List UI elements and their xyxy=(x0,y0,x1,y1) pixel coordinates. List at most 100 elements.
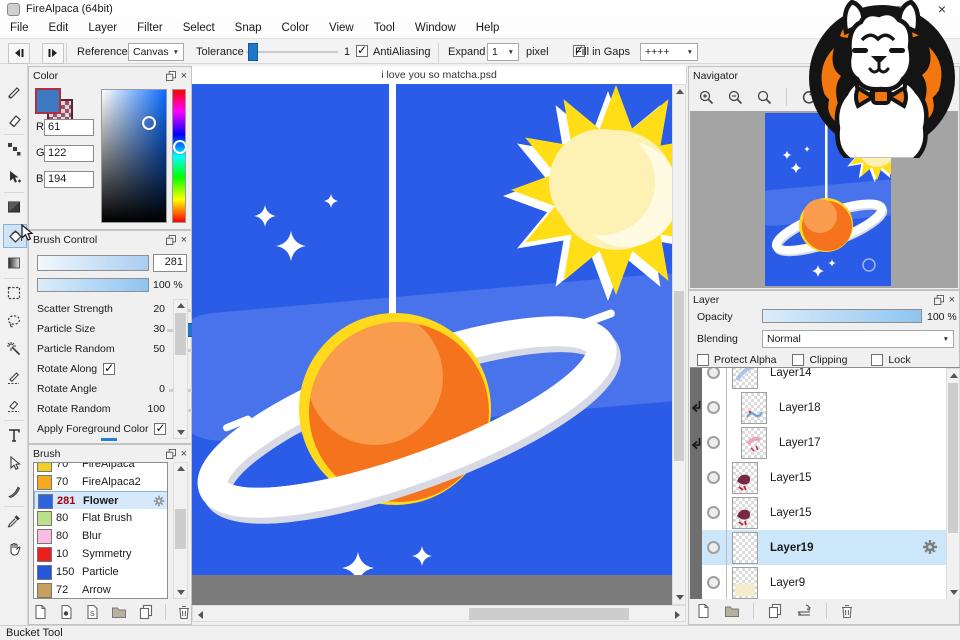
tool-eraser[interactable] xyxy=(3,108,25,130)
menu-file[interactable]: File xyxy=(0,18,39,38)
g-value-input[interactable]: 122 xyxy=(44,145,94,162)
sv-marker[interactable] xyxy=(142,116,156,130)
fill-in-gaps-dropdown[interactable]: ++++▼ xyxy=(640,43,698,61)
duplicate-layer-icon[interactable] xyxy=(767,603,783,619)
brush-opacity-slider[interactable] xyxy=(37,278,149,292)
float-panel-icon[interactable] xyxy=(166,235,176,245)
visibility-dot[interactable] xyxy=(707,471,720,484)
layer-row[interactable]: Layer9 xyxy=(702,565,946,599)
canvas-viewport[interactable] xyxy=(192,84,686,622)
tool-lasso[interactable] xyxy=(3,310,25,332)
canvas-artwork[interactable] xyxy=(192,84,672,575)
hue-slider[interactable] xyxy=(172,89,186,223)
collapse-right-button[interactable] xyxy=(42,43,64,64)
tool-fill-rect[interactable] xyxy=(3,196,25,218)
panel-resize-grip[interactable] xyxy=(101,438,117,441)
new-bitmap-brush-icon[interactable] xyxy=(59,604,74,620)
close-panel-icon[interactable]: × xyxy=(949,295,955,305)
menu-view[interactable]: View xyxy=(319,18,364,38)
menu-select[interactable]: Select xyxy=(173,18,225,38)
visibility-dot[interactable] xyxy=(707,576,720,589)
visibility-dot[interactable] xyxy=(707,367,720,379)
brush-size-value[interactable]: 281 xyxy=(153,254,187,272)
brush-folder-icon[interactable] xyxy=(111,605,127,619)
brush-control-scrollbar[interactable] xyxy=(173,299,188,439)
clipping-checkbox[interactable] xyxy=(792,354,804,366)
hue-marker[interactable] xyxy=(173,140,187,154)
menu-help[interactable]: Help xyxy=(466,18,510,38)
merge-down-icon[interactable] xyxy=(796,603,813,619)
menu-layer[interactable]: Layer xyxy=(78,18,127,38)
brush-settings-gear-icon[interactable] xyxy=(153,495,165,507)
menu-snap[interactable]: Snap xyxy=(225,18,272,38)
tool-move[interactable] xyxy=(3,166,25,188)
blending-dropdown[interactable]: Normal▼ xyxy=(762,330,954,348)
zoom-reset-icon[interactable] xyxy=(757,90,772,105)
layer-list-scrollbar[interactable] xyxy=(946,368,960,599)
apply-foreground-color-checkbox[interactable] xyxy=(154,423,166,435)
float-panel-icon[interactable] xyxy=(934,295,944,305)
tool-text[interactable] xyxy=(3,424,25,446)
visibility-dot[interactable] xyxy=(707,436,720,449)
tool-brush-curve[interactable] xyxy=(3,480,25,502)
close-panel-icon[interactable]: × xyxy=(181,449,187,459)
brush-row[interactable]: 72 Arrow xyxy=(34,581,167,599)
r-value-input[interactable]: 61 xyxy=(44,119,94,136)
tool-eyedropper[interactable] xyxy=(3,510,25,532)
rotate-along-checkbox[interactable] xyxy=(103,363,115,375)
tool-magic-wand[interactable] xyxy=(3,338,25,360)
delete-brush-icon[interactable] xyxy=(177,604,191,620)
layer-row-clipped[interactable]: Layer18 xyxy=(702,390,946,426)
antialiasing-checkbox[interactable] xyxy=(356,45,368,57)
layer-settings-gear-icon[interactable] xyxy=(922,539,938,555)
layer-row-selected[interactable]: Layer19 xyxy=(702,530,946,566)
new-brush-icon[interactable] xyxy=(33,604,48,620)
lock-checkbox[interactable] xyxy=(871,354,883,366)
layer-opacity-slider[interactable] xyxy=(762,309,922,323)
tool-select-pen[interactable] xyxy=(3,366,25,388)
layer-row[interactable]: Layer15 xyxy=(702,460,946,496)
document-tab[interactable]: i love you so matcha.psd xyxy=(192,66,687,84)
expand-dropdown[interactable]: 1▼ xyxy=(487,43,519,61)
menu-window[interactable]: Window xyxy=(405,18,466,38)
tool-pen[interactable] xyxy=(3,80,25,102)
tool-select-eraser[interactable] xyxy=(3,394,25,416)
tool-gradient[interactable] xyxy=(3,252,25,274)
visibility-dot[interactable] xyxy=(707,541,720,554)
tool-operation[interactable] xyxy=(3,452,25,474)
float-panel-icon[interactable] xyxy=(166,449,176,459)
menu-tool[interactable]: Tool xyxy=(364,18,405,38)
tolerance-slider[interactable] xyxy=(246,43,338,61)
b-value-input[interactable]: 194 xyxy=(44,171,94,188)
zoom-in-icon[interactable] xyxy=(699,90,714,105)
protect-alpha-checkbox[interactable] xyxy=(697,354,709,366)
brush-list-scrollbar[interactable] xyxy=(173,462,188,599)
foreground-color-swatch[interactable] xyxy=(35,88,61,114)
close-panel-icon[interactable]: × xyxy=(181,71,187,81)
canvas-hscrollbar[interactable] xyxy=(192,605,686,622)
new-layer-icon[interactable] xyxy=(696,603,711,619)
tool-hand[interactable] xyxy=(3,538,25,560)
menu-color[interactable]: Color xyxy=(272,18,319,38)
delete-layer-icon[interactable] xyxy=(840,603,854,619)
tolerance-slider-handle[interactable] xyxy=(248,43,258,61)
float-panel-icon[interactable] xyxy=(166,71,176,81)
new-script-brush-icon[interactable]: S xyxy=(85,604,100,620)
layer-row[interactable]: Layer14 xyxy=(702,367,946,391)
brush-row[interactable]: 70 FireAlpaca2 xyxy=(34,473,167,492)
collapse-left-button[interactable] xyxy=(8,43,30,64)
brush-row[interactable]: 80 Flat Brush xyxy=(34,509,167,528)
reference-dropdown[interactable]: Canvas▼ xyxy=(128,43,184,61)
tool-select-rect[interactable] xyxy=(3,282,25,304)
layer-row-clipped[interactable]: Layer17 xyxy=(702,425,946,461)
brush-row[interactable]: 150 Particle xyxy=(34,563,167,582)
layer-row[interactable]: Layer15 xyxy=(702,495,946,531)
visibility-dot[interactable] xyxy=(707,401,720,414)
brush-size-slider[interactable] xyxy=(37,255,149,271)
visibility-dot[interactable] xyxy=(707,506,720,519)
canvas-vscrollbar[interactable] xyxy=(672,84,686,605)
new-layer-folder-icon[interactable] xyxy=(724,604,740,618)
tool-scatter[interactable] xyxy=(3,138,25,160)
zoom-out-icon[interactable] xyxy=(728,90,743,105)
saturation-value-picker[interactable] xyxy=(101,89,167,223)
